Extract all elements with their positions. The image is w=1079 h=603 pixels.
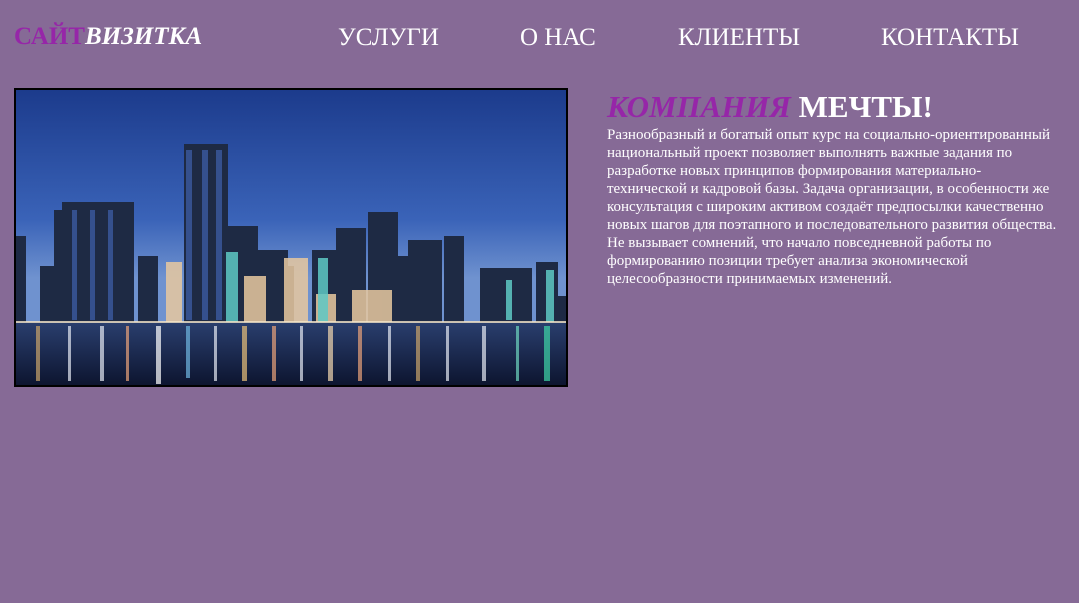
logo-part-site: САЙТ: [14, 23, 85, 50]
title-part-company: КОМПАНИЯ: [607, 89, 791, 124]
site-logo[interactable]: САЙТВИЗИТКА: [14, 22, 202, 52]
title-part-dream: МЕЧТЫ!: [798, 89, 933, 124]
nav-link-services[interactable]: УСЛУГИ: [338, 23, 439, 53]
logo-part-card: ВИЗИТКА: [84, 23, 203, 50]
main-content: КОМПАНИЯ МЕЧТЫ! Разнообразный и богатый …: [607, 88, 1057, 288]
city-skyline-image: [14, 88, 568, 387]
page-title: КОМПАНИЯ МЕЧТЫ!: [607, 88, 1057, 126]
company-description: Разнообразный и богатый опыт курс на соц…: [607, 127, 1057, 287]
nav-link-clients[interactable]: КЛИЕНТЫ: [678, 23, 800, 53]
nav-link-about[interactable]: О НАС: [520, 23, 596, 53]
nav-link-contacts[interactable]: КОНТАКТЫ: [881, 23, 1019, 53]
site-header: САЙТВИЗИТКА УСЛУГИ О НАС КЛИЕНТЫ КОНТАКТ…: [0, 0, 1079, 76]
